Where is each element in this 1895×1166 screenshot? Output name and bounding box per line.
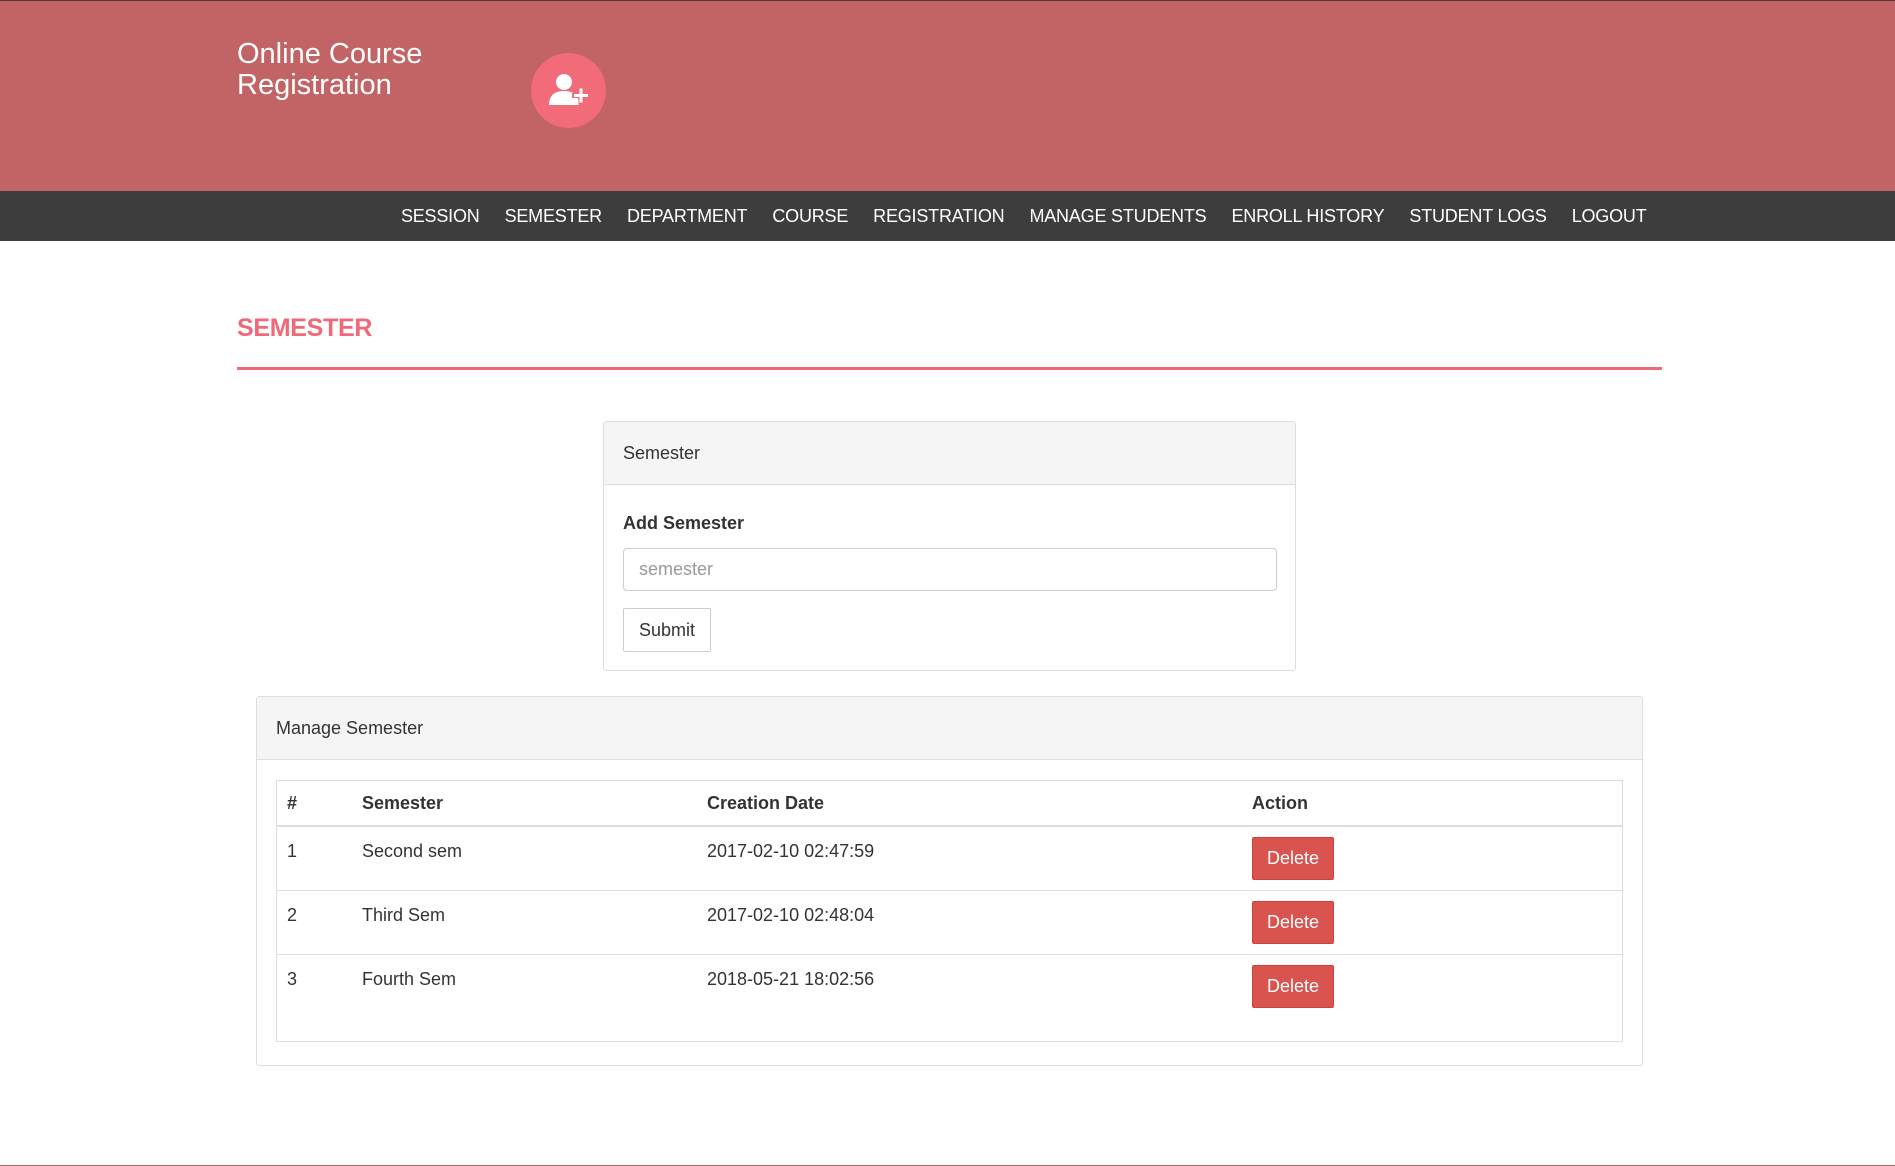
nav-student-logs[interactable]: STUDENT LOGS	[1397, 206, 1559, 227]
main-navbar: SESSION SEMESTER DEPARTMENT COURSE REGIS…	[0, 191, 1895, 241]
nav-course[interactable]: COURSE	[760, 206, 861, 227]
row-creation-date: 2018-05-21 18:02:56	[707, 968, 875, 989]
semester-table-container: # Semester Creation Date Action 1 Second…	[276, 780, 1623, 1042]
column-header-action: Action	[1242, 781, 1622, 827]
row-action: Delete	[1242, 954, 1622, 1018]
delete-button[interactable]: Delete	[1252, 964, 1334, 1008]
site-brand[interactable]: Online Course Registration	[237, 39, 422, 101]
table-row: 2 Third Sem 2017-02-10 02:48:04 Delete	[277, 890, 1622, 955]
delete-button[interactable]: Delete	[1252, 900, 1334, 944]
column-header-creation-date: Creation Date	[697, 781, 1242, 827]
brand-line-2: Registration	[237, 69, 392, 101]
row-creation-date: 2017-02-10 02:48:04	[697, 890, 1242, 955]
nav-enroll-history[interactable]: ENROLL HISTORY	[1219, 206, 1397, 227]
add-semester-label: Add Semester	[623, 513, 745, 533]
page-title: SEMESTER	[237, 314, 373, 342]
site-header: Online Course Registration	[0, 0, 1895, 191]
row-number: 2	[277, 890, 352, 955]
submit-button[interactable]: Submit	[623, 608, 711, 652]
row-action: Delete	[1242, 826, 1622, 891]
table-row: 1 Second sem 2017-02-10 02:47:59 Delete	[277, 826, 1622, 891]
row-semester: Second sem	[352, 826, 697, 891]
nav-manage-students[interactable]: MANAGE STUDENTS	[1017, 206, 1219, 227]
nav-session[interactable]: SESSION	[388, 206, 492, 227]
row-number: 1	[277, 826, 352, 891]
add-semester-panel: Semester Add Semester Submit	[603, 421, 1296, 671]
nav-registration[interactable]: REGISTRATION	[861, 206, 1017, 227]
delete-button[interactable]: Delete	[1252, 837, 1334, 880]
row-action: Delete	[1242, 890, 1622, 955]
nav-menu: SESSION SEMESTER DEPARTMENT COURSE REGIS…	[388, 191, 1659, 241]
column-header-number: #	[277, 781, 352, 827]
row-number: 3	[287, 968, 298, 989]
nav-department[interactable]: DEPARTMENT	[614, 206, 759, 227]
manage-panel-heading: Manage Semester	[257, 697, 1642, 760]
user-plus-icon	[531, 53, 606, 128]
brand-line-1: Online Course	[237, 38, 423, 70]
title-divider	[237, 367, 1662, 370]
add-panel-heading: Semester	[604, 422, 1295, 485]
table-header-row: # Semester Creation Date Action	[277, 781, 1622, 827]
semester-input[interactable]	[623, 548, 1277, 591]
nav-semester[interactable]: SEMESTER	[492, 206, 614, 227]
semester-table: # Semester Creation Date Action 1 Second…	[277, 781, 1622, 1018]
manage-semester-panel: Manage Semester # Semester Creation Date…	[256, 696, 1643, 1066]
row-creation-date: 2017-02-10 02:47:59	[697, 826, 1242, 891]
row-semester: Fourth Sem	[362, 968, 457, 989]
nav-logout[interactable]: LOGOUT	[1559, 206, 1659, 227]
column-header-semester: Semester	[352, 781, 697, 827]
row-semester: Third Sem	[352, 890, 697, 955]
table-row: 3 Fourth Sem 2018-05-21 18:02:56 Delete	[277, 954, 1622, 1018]
